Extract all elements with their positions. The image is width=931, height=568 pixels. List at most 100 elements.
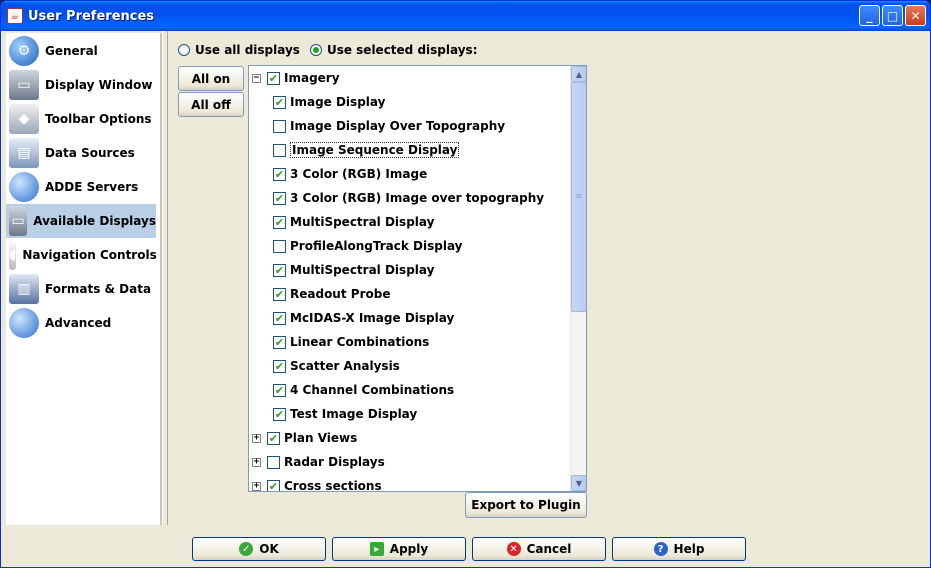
tree-display-row[interactable]: ✔ 3 Color (RGB) Image over topography <box>273 187 544 209</box>
display-checkbox[interactable] <box>273 143 286 157</box>
sidebar-item-adde-servers[interactable]: ADDE Servers <box>6 170 156 204</box>
ok-button[interactable]: ✓ OK <box>192 537 326 561</box>
help-button[interactable]: ? Help <box>612 537 746 561</box>
tree-row-label[interactable]: Imagery <box>284 71 340 85</box>
tree-row-label[interactable]: Readout Probe <box>290 287 390 301</box>
checkmark-icon: ✓ <box>239 542 254 556</box>
tree-row-label[interactable]: 3 Color (RGB) Image over topography <box>290 191 544 205</box>
display-checkbox[interactable]: ✔ <box>273 263 286 277</box>
sidebar-item-data-sources[interactable]: ▤ Data Sources <box>6 136 156 170</box>
display-checkbox[interactable]: ✔ <box>273 215 286 229</box>
tree-row-label[interactable]: MultiSpectral Display <box>290 215 434 229</box>
sidebar-item-toolbar-options[interactable]: ◆ Toolbar Options <box>6 102 156 136</box>
tree-row-label[interactable]: 4 Channel Combinations <box>290 383 454 397</box>
tree-display-row[interactable]: ✔ McIDAS-X Image Display <box>273 307 454 329</box>
monitor-icon: ▭ <box>9 206 28 236</box>
minimize-button[interactable]: _ <box>859 5 880 26</box>
sidebar-item-navigation-controls[interactable]: ◖ Navigation Controls <box>6 238 157 272</box>
display-checkbox[interactable]: ✔ <box>273 359 286 373</box>
sidebar-item-available-displays[interactable]: ▭ Available Displays <box>6 204 156 238</box>
tree-display-row[interactable]: ProfileAlongTrack Display <box>273 235 463 257</box>
export-to-plugin-button[interactable]: Export to Plugin <box>465 492 587 518</box>
checkmark-icon: ✔ <box>274 407 285 421</box>
expand-icon[interactable]: + <box>252 457 261 467</box>
tree-row-label[interactable]: Image Display <box>290 95 385 109</box>
cancel-x-icon: ✕ <box>506 542 521 556</box>
sidebar-item-formats-data[interactable]: ▥ Formats & Data <box>6 272 156 306</box>
display-checkbox[interactable]: ✔ <box>267 71 280 85</box>
sidebar-item-display-window[interactable]: ▭ Display Window <box>6 68 156 102</box>
tree-display-row[interactable]: ✔ MultiSpectral Display <box>273 259 434 281</box>
tree-category-row[interactable]: − ✔ Imagery <box>252 67 340 89</box>
display-checkbox[interactable]: ✔ <box>273 383 286 397</box>
tree-display-row[interactable]: ✔ Image Display <box>273 91 385 113</box>
display-checkbox[interactable]: ✔ <box>273 407 286 421</box>
display-checkbox[interactable] <box>273 119 286 133</box>
sidebar-item-label: ADDE Servers <box>45 180 139 194</box>
tree-row-label[interactable]: ProfileAlongTrack Display <box>290 239 463 253</box>
tree-row-label[interactable]: Image Display Over Topography <box>290 119 505 133</box>
use-all-displays-label[interactable]: Use all displays <box>195 43 300 57</box>
apply-label: Apply <box>389 542 429 556</box>
tree-row-label[interactable]: McIDAS-X Image Display <box>290 311 454 325</box>
tree-display-row[interactable]: Image Sequence Display <box>273 139 460 161</box>
tree-display-row[interactable]: ✔ 4 Channel Combinations <box>273 379 454 401</box>
tree-category-row[interactable]: + ✔ Cross sections <box>252 475 382 491</box>
tree-row-label[interactable]: 3 Color (RGB) Image <box>290 167 427 181</box>
use-selected-displays-radio[interactable] <box>309 44 322 56</box>
tree-row-label[interactable]: Cross sections <box>284 479 382 491</box>
display-checkbox[interactable]: ✔ <box>273 95 286 109</box>
window-title: User Preferences <box>28 8 155 24</box>
monitor-icon: ▭ <box>9 70 39 100</box>
tree-display-row[interactable]: Image Display Over Topography <box>273 115 505 137</box>
collapse-icon[interactable]: − <box>252 73 261 83</box>
close-button[interactable]: ✕ <box>905 5 926 26</box>
data-sources-icon: ▤ <box>9 138 39 168</box>
cancel-button[interactable]: ✕ Cancel <box>472 537 606 561</box>
expand-icon[interactable]: + <box>252 433 261 443</box>
display-checkbox[interactable]: ✔ <box>273 311 286 325</box>
tree-row-label[interactable]: Plan Views <box>284 431 357 445</box>
ok-label: OK <box>259 542 279 556</box>
display-checkbox[interactable]: ✔ <box>273 287 286 301</box>
tree-row-label[interactable]: Image Sequence Display <box>290 142 460 158</box>
tree-row-label[interactable]: Radar Displays <box>284 455 385 469</box>
checkmark-icon: ✔ <box>274 95 285 109</box>
display-checkbox[interactable]: ✔ <box>273 335 286 349</box>
tree-row-label[interactable]: Scatter Analysis <box>290 359 400 373</box>
sidebar-item-advanced[interactable]: Advanced <box>6 306 156 340</box>
maximize-button[interactable]: □ <box>882 5 903 26</box>
tree-row-label[interactable]: Test Image Display <box>290 407 417 421</box>
tree-display-row[interactable]: ✔ MultiSpectral Display <box>273 211 434 233</box>
display-checkbox[interactable] <box>267 455 280 469</box>
tree-display-row[interactable]: ✔ Linear Combinations <box>273 331 429 353</box>
sidebar-item-label: Available Displays <box>33 214 156 228</box>
display-checkbox[interactable]: ✔ <box>273 191 286 205</box>
tree-display-row[interactable]: ✔ Scatter Analysis <box>273 355 400 377</box>
scroll-down-button[interactable]: ▼ <box>571 475 586 491</box>
display-checkbox[interactable]: ✔ <box>273 167 286 181</box>
tree-row-label[interactable]: MultiSpectral Display <box>290 263 434 277</box>
sidebar-item-general[interactable]: ⚙ General <box>6 34 156 68</box>
all-off-button[interactable]: All off <box>178 92 244 117</box>
all-on-button[interactable]: All on <box>178 66 244 91</box>
help-question-icon: ? <box>653 542 668 556</box>
scroll-thumb[interactable]: ≡ <box>571 82 586 312</box>
checkmark-icon: ✔ <box>274 383 285 397</box>
use-selected-displays-label[interactable]: Use selected displays: <box>327 43 478 57</box>
tree-scrollbar[interactable]: ▲ ≡ ▼ <box>570 66 586 491</box>
tree-display-row[interactable]: ✔ Readout Probe <box>273 283 390 305</box>
title-bar[interactable]: ☕ User Preferences _ □ ✕ <box>1 1 930 31</box>
display-checkbox[interactable] <box>273 239 286 253</box>
scroll-up-button[interactable]: ▲ <box>571 66 586 82</box>
use-all-displays-radio[interactable] <box>178 44 190 56</box>
apply-button[interactable]: ▸ Apply <box>332 537 466 561</box>
tree-category-row[interactable]: + Radar Displays <box>252 451 385 473</box>
tree-display-row[interactable]: ✔ Test Image Display <box>273 403 417 425</box>
tree-display-row[interactable]: ✔ 3 Color (RGB) Image <box>273 163 427 185</box>
expand-icon[interactable]: + <box>252 481 261 491</box>
tree-category-row[interactable]: + ✔ Plan Views <box>252 427 357 449</box>
display-checkbox[interactable]: ✔ <box>267 431 280 445</box>
tree-row-label[interactable]: Linear Combinations <box>290 335 429 349</box>
display-checkbox[interactable]: ✔ <box>267 479 280 491</box>
